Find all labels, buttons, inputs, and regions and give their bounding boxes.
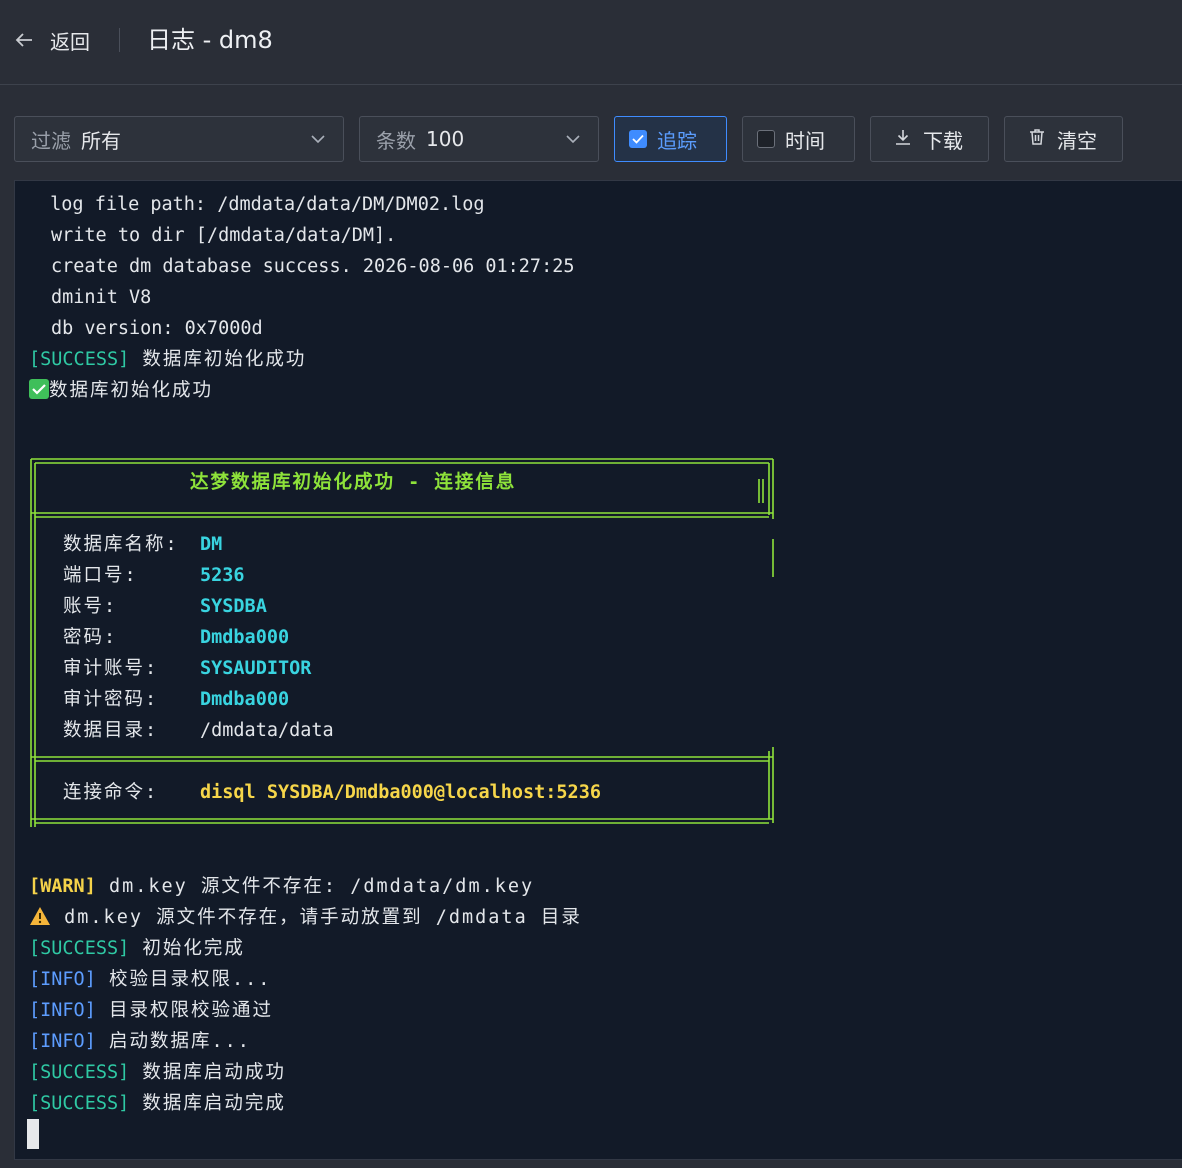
header-divider [119,28,120,52]
filter-label: 过滤 [31,128,71,153]
checkbox-checked-icon [629,130,647,148]
log-line: dm.key 源文件不存在，请手动放置到 /dmdata 目录 [29,902,582,933]
log-console[interactable]: log file path: /dmdata/data/DM/DM02.log … [14,180,1182,1160]
log-line: db version: 0x7000d [51,318,263,339]
trash-icon [1027,127,1047,152]
success-tag: [SUCCESS] [29,938,130,959]
command-value: disql SYSDBA/Dmdba000@localhost:5236 [200,782,601,803]
count-label: 条数 [376,128,416,153]
info-key: 审计密码: [63,689,159,710]
command-key: 连接命令: [63,782,159,803]
clear-label: 清空 [1057,128,1097,153]
info-value: 5236 [200,565,245,586]
info-row: 数据目录: /dmdata/data [63,715,334,746]
log-line: [SUCCESS] 数据库初始化成功 [29,344,306,375]
log-line: create dm database success. 2026-08-06 0… [51,256,575,277]
info-value: SYSDBA [200,596,267,617]
log-line: [SUCCESS] 数据库启动成功 [29,1057,286,1088]
info-row: 审计密码: Dmdba000 [63,684,289,715]
log-line: [SUCCESS] 初始化完成 [29,933,245,964]
download-button[interactable]: 下载 [870,116,989,162]
log-message: 数据库启动成功 [129,1062,286,1083]
check-emoji-icon [29,379,49,399]
info-tag: [INFO] [29,1000,96,1021]
log-line: [WARN] dm.key 源文件不存在: /dmdata/dm.key [29,871,534,902]
info-key: 端口号: [63,565,138,586]
info-row: 账号: SYSDBA [63,591,267,622]
time-toggle[interactable]: 时间 [742,116,855,162]
page-title: 日志 - dm8 [147,26,273,54]
info-key: 账号: [63,596,118,617]
log-message: dm.key 源文件不存在，请手动放置到 /dmdata 目录 [51,907,582,928]
log-message: 初始化完成 [129,938,245,959]
info-key: 数据库名称: [63,534,179,555]
info-key: 审计账号: [63,658,159,679]
log-message: 目录权限校验通过 [95,1000,273,1021]
warn-tag: [WARN] [29,876,96,897]
log-message: 数据库启动完成 [129,1093,286,1114]
info-row: 数据库名称: DM [63,529,222,560]
chevron-down-icon [564,130,582,148]
success-tag: [SUCCESS] [29,349,130,370]
connection-info-title: 达梦数据库初始化成功 - 连接信息 [190,472,517,493]
log-line: log file path: /dmdata/data/DM/DM02.log [39,194,485,215]
count-value: 100 [426,127,465,151]
info-row: 密码: Dmdba000 [63,622,289,653]
log-line: [INFO] 目录权限校验通过 [29,995,273,1026]
info-value: DM [200,534,223,555]
log-line: 数据库初始化成功 [29,375,213,406]
success-tag: [SUCCESS] [29,1062,130,1083]
log-message: 校验目录权限... [95,969,272,990]
info-tag: [INFO] [29,1031,96,1052]
back-label: 返回 [50,29,90,54]
time-label: 时间 [785,128,825,153]
log-message: 数据库初始化成功 [49,380,214,401]
info-value: Dmdba000 [200,627,290,648]
clear-button[interactable]: 清空 [1004,116,1123,162]
info-value: SYSAUDITOR [200,658,312,679]
warning-emoji-icon [29,905,51,936]
info-value: Dmdba000 [200,689,290,710]
log-line: dminit V8 [51,287,152,308]
back-button[interactable]: 返回 [12,22,90,58]
info-key: 数据目录: [63,720,159,741]
trace-toggle[interactable]: 追踪 [614,116,727,162]
info-row: 连接命令: disql SYSDBA/Dmdba000@localhost:523… [63,777,601,808]
arrow-left-icon [12,28,36,52]
info-value: /dmdata/data [200,720,334,741]
terminal-cursor [27,1119,39,1149]
checkbox-empty-icon [757,130,775,148]
trace-label: 追踪 [657,128,697,153]
log-line: [SUCCESS] 数据库启动完成 [29,1088,286,1119]
page-header: 返回 日志 - dm8 [0,0,1182,85]
log-line: [INFO] 校验目录权限... [29,964,271,995]
toolbar: 过滤 所有 条数 100 追踪 时间 下载 清空 [0,116,1182,164]
filter-value: 所有 [81,128,121,153]
filter-select[interactable]: 过滤 所有 [14,116,344,162]
log-message: 启动数据库... [95,1031,251,1052]
chevron-down-icon [309,130,327,148]
log-message: 数据库初始化成功 [129,349,307,370]
download-label: 下载 [923,128,963,153]
info-row: 端口号: 5236 [63,560,245,591]
download-icon [893,127,913,152]
log-line: write to dir [/dmdata/data/DM]. [51,225,397,246]
info-key: 密码: [63,627,118,648]
info-row: 审计账号: SYSAUDITOR [63,653,311,684]
log-message: dm.key 源文件不存在: /dmdata/dm.key [95,876,535,897]
info-tag: [INFO] [29,969,96,990]
log-line: [INFO] 启动数据库... [29,1026,251,1057]
count-select[interactable]: 条数 100 [359,116,599,162]
success-tag: [SUCCESS] [29,1093,130,1114]
